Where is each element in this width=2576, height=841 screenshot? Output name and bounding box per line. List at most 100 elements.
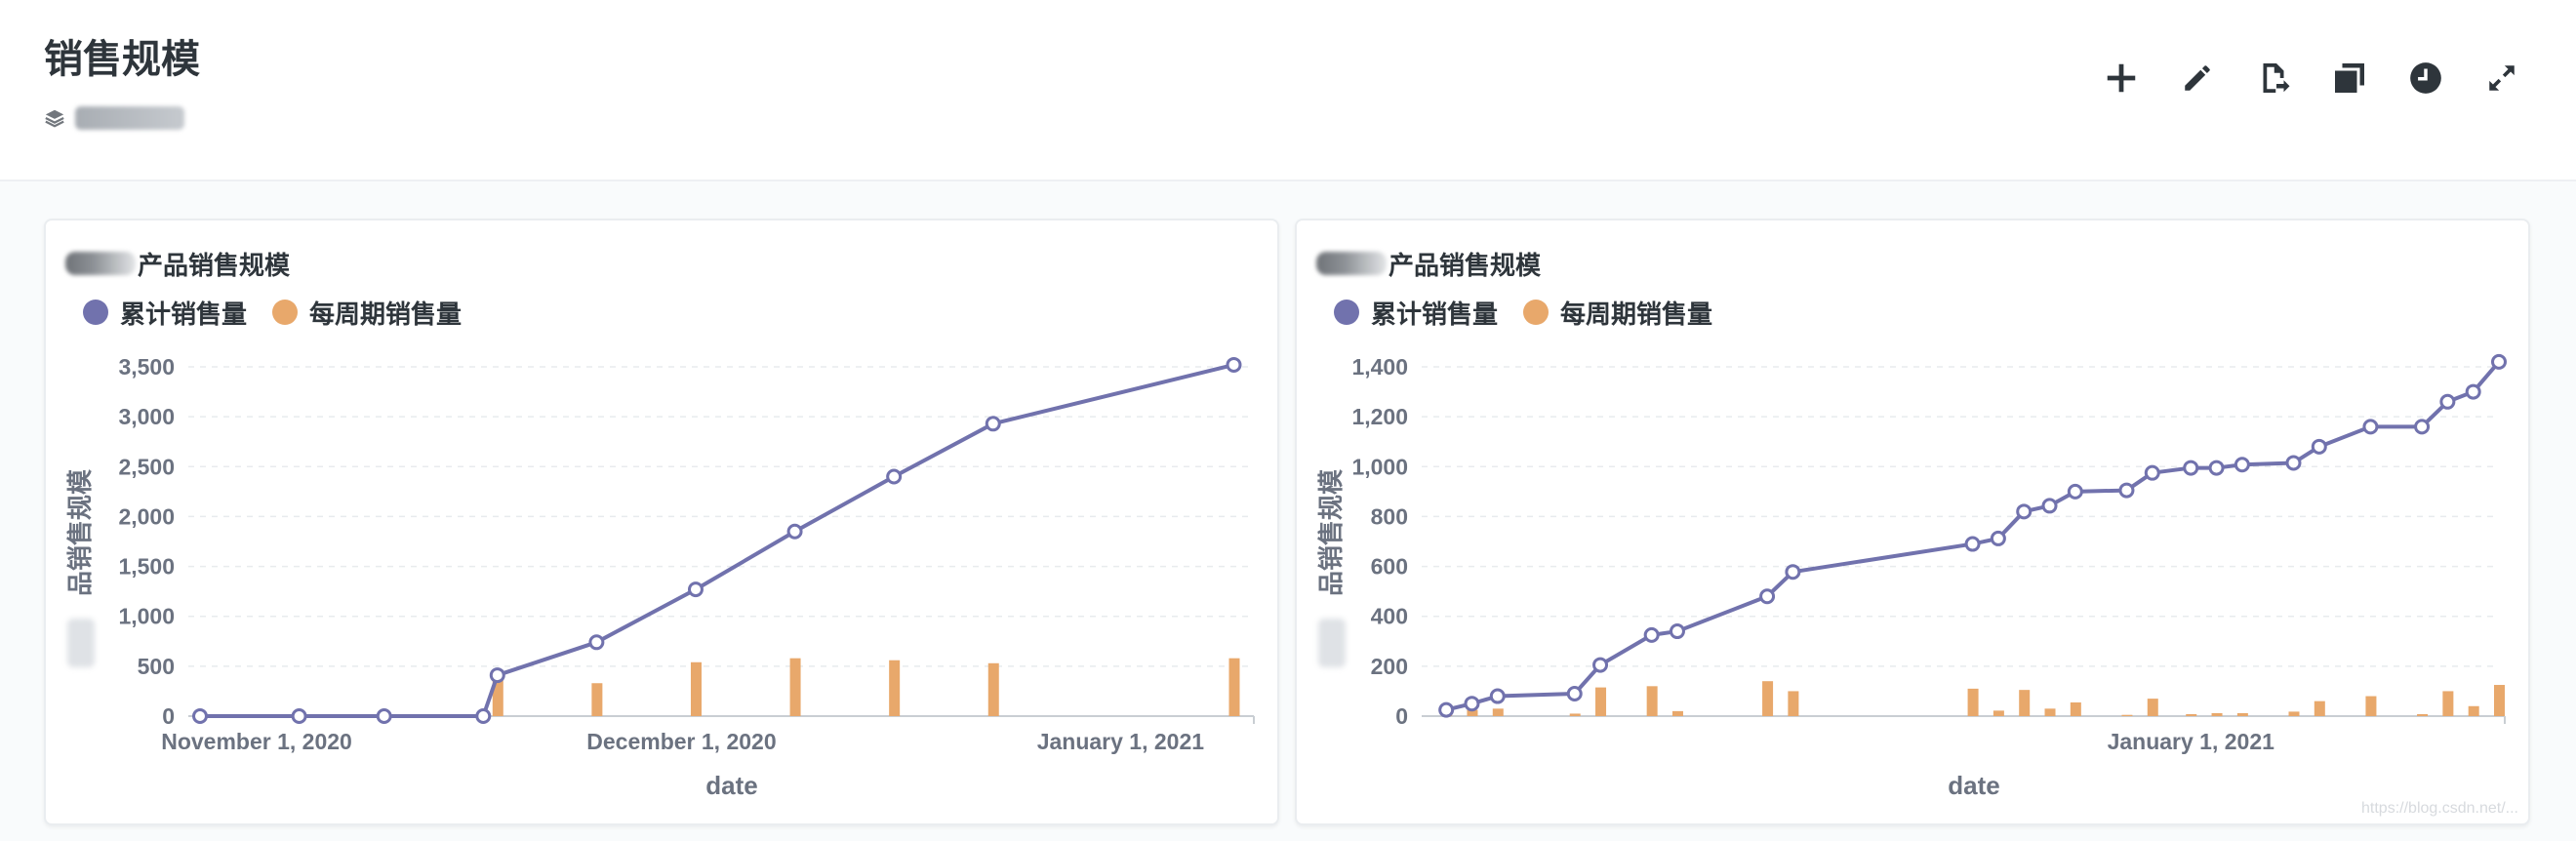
bar-mark[interactable] [987,662,999,716]
bar-mark[interactable] [1788,691,1799,716]
line-point[interactable] [1643,626,1660,643]
x-tick-label: January 1, 2021 [1037,729,1205,754]
line-point[interactable] [1464,696,1480,712]
line-point[interactable] [1990,530,2006,546]
line-point[interactable] [687,581,704,598]
line-point[interactable] [2234,457,2250,473]
fullscreen-button[interactable] [2480,57,2523,100]
bar-mark[interactable] [690,661,702,716]
line-point[interactable] [2311,438,2327,455]
line-series-path [1445,360,2501,712]
line-point[interactable] [588,634,605,651]
line-point[interactable] [1566,685,1583,701]
bar-mark[interactable] [2147,699,2158,716]
line-point[interactable] [2285,455,2302,471]
y-tick-label: 200 [1371,654,1408,679]
line-point[interactable] [2016,503,2033,520]
y-tick-label: 3,000 [118,404,175,429]
y-tick-label: 500 [138,654,175,679]
bar-mark[interactable] [1992,710,2004,716]
y-tick-label: 400 [1371,604,1408,629]
bar-mark[interactable] [1671,710,1683,716]
line-point[interactable] [1669,623,1685,640]
bar-mark[interactable] [2211,712,2223,716]
bar-mark[interactable] [2314,701,2325,716]
bar-mark[interactable] [2044,708,2056,716]
line-point[interactable] [2362,419,2379,435]
line-point[interactable] [1964,536,1981,552]
line-point[interactable] [1489,688,1506,704]
line-point[interactable] [2067,483,2083,500]
bar-mark[interactable] [889,660,901,716]
collection-breadcrumb[interactable] [44,103,184,133]
y-axis-title: 品销售规模 [65,468,95,596]
export-document-icon [2256,60,2291,96]
x-tick-label: November 1, 2020 [161,729,352,754]
line-point[interactable] [2491,353,2507,370]
line-point[interactable] [2183,460,2199,476]
line-point[interactable] [1438,701,1455,718]
line-point[interactable] [489,667,505,684]
bar-mark[interactable] [1228,658,1240,716]
line-point[interactable] [1592,657,1609,673]
line-point[interactable] [886,468,903,485]
line-point[interactable] [985,416,1001,432]
bar-mark[interactable] [1595,687,1607,716]
bar-mark[interactable] [789,658,801,716]
line-point[interactable] [2414,419,2431,435]
expand-icon [2485,61,2518,95]
line-point[interactable] [786,523,803,540]
bar-mark[interactable] [2070,701,2081,716]
bar-mark[interactable] [1967,688,1979,716]
add-card-button[interactable] [2100,57,2143,100]
line-point[interactable] [2118,482,2135,499]
bar-mark[interactable] [1646,686,1658,716]
y-tick-label: 3,500 [118,354,175,380]
bar-mark[interactable] [1492,708,1504,716]
auto-refresh-button[interactable] [2404,57,2447,100]
line-point[interactable] [2144,464,2160,481]
page-title: 销售规模 [44,38,200,81]
line-point[interactable] [2041,498,2058,514]
y-axis-title: 品销售规模 [1316,468,1346,596]
line-point[interactable] [192,708,208,724]
bar-mark[interactable] [1762,681,1774,716]
bar-mark[interactable] [2365,696,2377,716]
share-dashboard-button[interactable] [2252,57,2295,100]
x-tick-label: December 1, 2020 [586,729,776,754]
line-point[interactable] [291,708,307,724]
bar-mark[interactable] [2019,690,2031,716]
y-tick-label: 2,000 [118,503,175,529]
line-point[interactable] [475,708,492,724]
bar-mark[interactable] [2417,713,2429,716]
bar-mark[interactable] [2121,714,2133,716]
pencil-icon [2181,61,2214,95]
x-axis-title: date [1948,771,1999,800]
bar-mark[interactable] [2468,705,2479,716]
line-series-path [200,363,1234,718]
fullscreen-copy-button[interactable] [2328,57,2371,100]
bar-mark[interactable] [1569,713,1581,716]
line-point[interactable] [1226,356,1242,373]
redacted-axis-fragment [1318,619,1346,667]
line-point[interactable] [1785,564,1801,581]
dashboard-card-sales-1[interactable]: 产品销售规模 累计销售量 每周期销售量 0 500 1,000 1,500 2,000 2… [44,219,1279,825]
bar-mark[interactable] [591,683,603,716]
bar-mark[interactable] [2186,713,2197,716]
bar-mark[interactable] [2236,712,2248,716]
bar-mark[interactable] [2442,691,2454,716]
edit-dashboard-button[interactable] [2176,57,2219,100]
layers-icon [44,107,65,129]
x-tick-label: January 1, 2021 [2108,729,2275,754]
line-point[interactable] [2439,393,2456,410]
line-point[interactable] [2208,460,2225,476]
watermark-text: https://blog.csdn.net/... [2361,800,2518,817]
bar-mark[interactable] [2494,685,2505,716]
line-point[interactable] [376,708,392,724]
y-tick-label: 1,200 [1351,404,1408,429]
sales-chart-1: 0 500 1,000 1,500 2,000 2,500 3,000 3,500 Novemb… [65,354,1255,800]
bar-mark[interactable] [2288,711,2300,716]
dashboard-card-sales-2[interactable]: 产品销售规模 累计销售量 每周期销售量 0 200 400 600 800 1,000 1,… [1295,219,2530,825]
line-point[interactable] [1759,588,1776,605]
line-point[interactable] [2465,383,2481,400]
